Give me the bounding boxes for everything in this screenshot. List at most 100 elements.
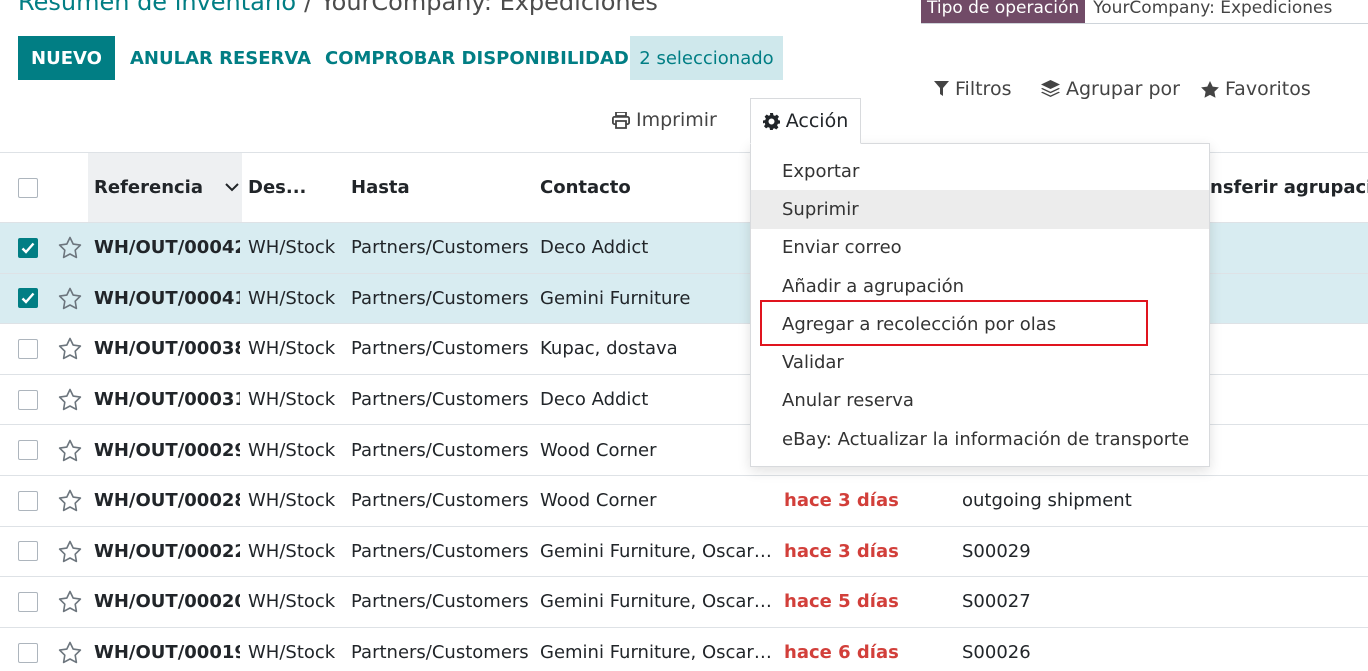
star-icon[interactable] [58, 223, 84, 273]
unreserve-button[interactable]: ANULAR RESERVA [130, 36, 311, 80]
cell-to: Partners/Customers [351, 642, 529, 664]
cell-contact-text: Gemini Furniture, Oscar Morgan [540, 540, 774, 562]
row-checkbox[interactable] [18, 324, 38, 374]
cell-contact: Wood Corner [540, 476, 774, 526]
favorites-label: Favoritos [1225, 78, 1311, 100]
cell-from: WH/Stock [248, 540, 336, 562]
star-icon[interactable] [58, 527, 84, 577]
cell-contact: Gemini Furniture, Oscar Morgan [540, 577, 774, 627]
facet-label: Tipo de operación [921, 0, 1086, 23]
facet-value: YourCompany: Expediciones [1093, 0, 1333, 18]
cell-reference: WH/OUT/00022 [94, 540, 240, 562]
cell-contact: Gemini Furniture, Oscar Morgan [540, 527, 774, 577]
star-icon[interactable] [58, 274, 84, 324]
cell-from: WH/Stock [248, 642, 336, 664]
cell-reference: WH/OUT/00042 [94, 237, 240, 259]
favorites-button[interactable]: Favoritos [1201, 72, 1311, 106]
row-checkbox[interactable] [18, 274, 38, 324]
cell-reference: WH/OUT/00041 [94, 287, 240, 309]
row-checkbox[interactable] [18, 476, 38, 526]
action-dropdown-menu: Exportar Suprimir Enviar correo Añadir a ag… [750, 143, 1210, 467]
new-button[interactable]: NUEVO [18, 36, 115, 80]
column-reference-label: Referencia [94, 177, 203, 198]
star-icon[interactable] [58, 628, 84, 671]
menu-item-delete[interactable]: Suprimir [751, 190, 1209, 229]
selected-count-badge[interactable]: 2 seleccionado [630, 36, 783, 80]
menu-item-ebay-update-carrier[interactable]: eBay: Actualizar la información de trans… [751, 420, 1209, 458]
cell-to: Partners/Customers [351, 389, 529, 411]
table-row[interactable]: WH/OUT/00020 WH/Stock Partners/Customers Ge… [0, 577, 1368, 628]
column-header-batch-transfer[interactable]: nsferir agrupación [1210, 153, 1368, 222]
row-checkbox[interactable] [18, 375, 38, 425]
cell-contact-text: Gemini Furniture, Oscar Morgan [540, 642, 774, 664]
select-all-checkbox[interactable] [18, 153, 38, 222]
cell-contact-text: Wood Corner [540, 490, 657, 512]
breadcrumb-separator: / [304, 0, 313, 16]
star-icon[interactable] [58, 476, 84, 526]
filters-button[interactable]: Filtros [934, 72, 1011, 106]
cell-to: Partners/Customers [351, 237, 529, 259]
print-button[interactable]: Imprimir [612, 100, 717, 140]
row-checkbox[interactable] [18, 527, 38, 577]
cell-contact: Deco Addict [540, 223, 774, 273]
cell-origin: outgoing shipment [962, 490, 1132, 512]
column-header-from[interactable]: Des... [248, 153, 306, 222]
cell-reference: WH/OUT/00038 [94, 338, 240, 360]
cell-scheduled-date: hace 6 días [784, 642, 899, 664]
layers-icon [1041, 80, 1060, 97]
cell-contact-text: Deco Addict [540, 237, 649, 259]
cell-contact: Gemini Furniture [540, 274, 774, 324]
cell-from: WH/Stock [248, 439, 336, 461]
star-icon[interactable] [58, 324, 84, 374]
menu-item-unreserve[interactable]: Anular reserva [751, 382, 1209, 420]
cell-contact-text: Gemini Furniture [540, 287, 691, 309]
cell-to: Partners/Customers [351, 338, 529, 360]
column-header-contact[interactable]: Contacto [540, 153, 631, 222]
cell-reference: WH/OUT/00031 [94, 389, 240, 411]
breadcrumb-current: YourCompany: Expediciones [320, 0, 658, 16]
cell-reference: WH/OUT/00029 [94, 439, 240, 461]
search-facet[interactable]: Tipo de operación YourCompany: Expedicio… [921, 0, 1368, 24]
chevron-down-icon [225, 183, 239, 192]
cell-scheduled-date: hace 5 días [784, 591, 899, 613]
group-by-label: Agrupar por [1066, 78, 1180, 100]
star-icon[interactable] [58, 577, 84, 627]
cell-contact: Gemini Furniture, Oscar Morgan [540, 628, 774, 671]
star-icon[interactable] [58, 425, 84, 475]
cell-contact: Deco Addict [540, 375, 774, 425]
cell-reference: WH/OUT/00028 [94, 490, 240, 512]
print-label: Imprimir [636, 109, 717, 131]
cell-contact-text: Wood Corner [540, 439, 657, 461]
column-header-to[interactable]: Hasta [351, 153, 410, 222]
table-row[interactable]: WH/OUT/00028 WH/Stock Partners/Customers Wo… [0, 476, 1368, 527]
row-checkbox[interactable] [18, 628, 38, 671]
cell-contact-text: Deco Addict [540, 389, 649, 411]
cell-scheduled-date: hace 3 días [784, 540, 899, 562]
cell-from: WH/Stock [248, 338, 336, 360]
group-by-button[interactable]: Agrupar por [1041, 72, 1180, 106]
menu-item-validate[interactable]: Validar [751, 343, 1209, 381]
table-row[interactable]: WH/OUT/00019 WH/Stock Partners/Customers Ge… [0, 628, 1368, 671]
breadcrumb-parent[interactable]: Resumen de inventario [18, 0, 296, 16]
row-checkbox[interactable] [18, 425, 38, 475]
cell-contact: Kupac, dostava [540, 324, 774, 374]
cell-from: WH/Stock [248, 591, 336, 613]
check-availability-button[interactable]: COMPROBAR DISPONIBILIDAD [325, 36, 629, 80]
cell-to: Partners/Customers [351, 287, 529, 309]
row-checkbox[interactable] [18, 223, 38, 273]
cell-reference: WH/OUT/00020 [94, 591, 240, 613]
row-checkbox[interactable] [18, 577, 38, 627]
menu-item-send-email[interactable]: Enviar correo [751, 229, 1209, 267]
cell-contact: Wood Corner [540, 425, 774, 475]
filter-icon [934, 81, 949, 96]
menu-item-add-to-wave[interactable]: Agregar a recolección por olas [751, 305, 1209, 343]
cell-origin: S00026 [962, 642, 1031, 664]
action-label: Acción [785, 110, 849, 132]
gear-icon [762, 112, 780, 130]
menu-item-add-to-batch[interactable]: Añadir a agrupación [751, 267, 1209, 305]
column-header-reference[interactable]: Referencia [88, 153, 242, 222]
menu-item-export[interactable]: Exportar [751, 152, 1209, 190]
table-row[interactable]: WH/OUT/00022 WH/Stock Partners/Customers Ge… [0, 527, 1368, 578]
action-button[interactable]: Acción [750, 98, 861, 144]
star-icon[interactable] [58, 375, 84, 425]
